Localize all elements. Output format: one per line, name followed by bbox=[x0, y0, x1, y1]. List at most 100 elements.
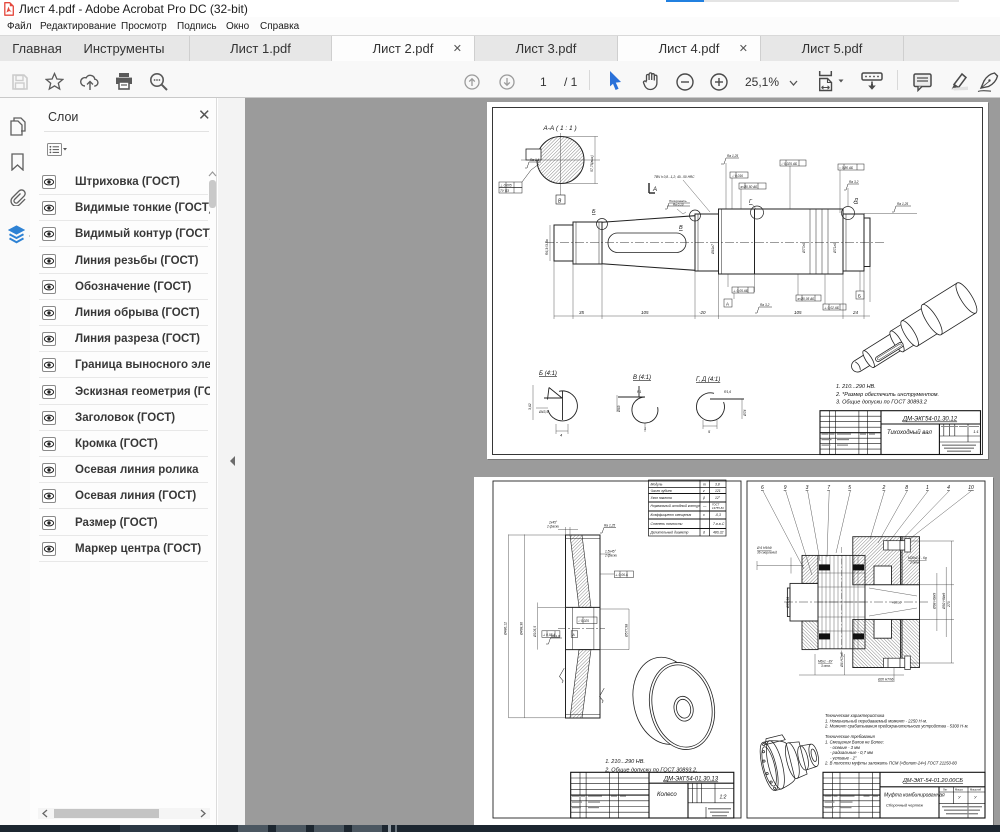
svg-text:⊥ 0,05 АБ: ⊥ 0,05 АБ bbox=[733, 289, 748, 293]
svg-text:В (4:1): В (4:1) bbox=[633, 375, 651, 381]
svg-text:- осевые - 3 мм: - осевые - 3 мм bbox=[830, 745, 860, 750]
svg-text:Тихоходный вал: Тихоходный вал bbox=[887, 429, 933, 436]
svg-text:А: А bbox=[726, 302, 729, 307]
svg-text:x: x bbox=[702, 513, 705, 517]
svg-text:8: 8 bbox=[905, 485, 908, 491]
svg-text:Ø498,36: Ø498,36 bbox=[520, 622, 524, 636]
svg-text:⌰ 0,025 АБ: ⌰ 0,025 АБ bbox=[781, 162, 797, 166]
svg-text:- угловые - 2°: - угловые - 2° bbox=[830, 755, 857, 760]
svg-text:4: 4 bbox=[560, 433, 563, 438]
svg-text:—: — bbox=[702, 504, 707, 508]
svg-text:Ra 1,6: Ra 1,6 bbox=[551, 634, 560, 638]
svg-text:35: 35 bbox=[579, 310, 585, 315]
svg-text:3 отв.: 3 отв. bbox=[821, 664, 831, 668]
svg-text:- радиальные - 0,7 мм: - радиальные - 0,7 мм bbox=[830, 750, 873, 755]
svg-text:Ø105,5: Ø105,5 bbox=[533, 626, 537, 638]
svg-text:Степень точности: Степень точности bbox=[651, 522, 683, 526]
svg-text:Ø577,98: Ø577,98 bbox=[624, 624, 628, 638]
svg-text:Модуль: Модуль bbox=[651, 483, 663, 487]
svg-text:ДМ-ЭКГ54-01.30.13: ДМ-ЭКГ54-01.30.13 bbox=[663, 777, 719, 783]
svg-text:2. В полости муфты заложить ПС: 2. В полости муфты заложить ПСМ («Волит-… bbox=[824, 761, 958, 766]
svg-text:+20,30: +20,30 bbox=[892, 601, 902, 605]
svg-text:13755-81: 13755-81 bbox=[712, 506, 724, 510]
svg-text:-0,3: -0,3 bbox=[715, 513, 721, 517]
svg-text:Ø486,12: Ø486,12 bbox=[504, 622, 508, 636]
svg-text:⊚ Ø0,50 АБ: ⊚ Ø0,50 АБ bbox=[740, 185, 757, 189]
svg-text:Делительный диаметр: Делительный диаметр bbox=[650, 531, 689, 535]
svg-text:105: 105 bbox=[641, 310, 649, 315]
svg-text:1. 210...290 НВ.: 1. 210...290 НВ. bbox=[605, 759, 645, 765]
svg-text:9: 9 bbox=[784, 485, 787, 491]
svg-text:М6х1 - 8У: М6х1 - 8У bbox=[818, 660, 833, 664]
svg-text:Ra 1,25: Ra 1,25 bbox=[897, 202, 908, 206]
svg-text:Технические требования: Технические требования bbox=[825, 734, 875, 739]
svg-text:ТВЧ h 0,8...1,2; 40...50 HRC: ТВЧ h 0,8...1,2; 40...50 HRC bbox=[654, 175, 695, 179]
svg-text:Ra 1,6: Ra 1,6 bbox=[530, 158, 540, 162]
svg-text:Ø75,98: Ø75,98 bbox=[786, 597, 790, 609]
svg-text:6: 6 bbox=[761, 485, 764, 491]
svg-text:3,62: 3,62 bbox=[528, 403, 532, 410]
svg-text:Колесо: Колесо bbox=[657, 792, 677, 798]
svg-text:⊚ Ø0,05 АБ: ⊚ Ø0,05 АБ bbox=[797, 297, 814, 301]
svg-text:10: 10 bbox=[968, 485, 974, 491]
svg-text:Ø77г6: Ø77г6 bbox=[802, 243, 806, 254]
svg-text:Ø74: Ø74 bbox=[743, 409, 747, 417]
svg-text:7-в-в-С: 7-в-в-С bbox=[713, 522, 725, 526]
svg-text:1:2: 1:2 bbox=[720, 795, 727, 801]
svg-text:2. Общие допуски по ГОСТ 30893: 2. Общие допуски по ГОСТ 30893.2. bbox=[604, 768, 697, 774]
svg-text:⌰ 0,025: ⌰ 0,025 bbox=[578, 619, 589, 623]
svg-text:m: m bbox=[703, 483, 706, 487]
svg-text:1. Смещения Валов не Более:: 1. Смещения Валов не Более: bbox=[825, 740, 884, 745]
svg-text:Б (4:1): Б (4:1) bbox=[539, 371, 557, 377]
svg-text:Число зубьев: Число зубьев bbox=[651, 489, 672, 493]
svg-text:2. Момент срабатывания предохр: 2. Момент срабатывания предохранительног… bbox=[824, 724, 969, 729]
svg-text:2 отв.: 2 отв. bbox=[909, 561, 920, 565]
svg-text:А: А bbox=[652, 187, 657, 193]
svg-text:2: 2 bbox=[882, 485, 886, 491]
svg-text:57,75(вых): 57,75(вых) bbox=[590, 155, 594, 172]
svg-text:Ø98 Н9/к9: Ø98 Н9/к9 bbox=[933, 593, 937, 610]
svg-text:R1,6: R1,6 bbox=[724, 390, 731, 394]
svg-text:2 фаски: 2 фаски bbox=[604, 554, 617, 558]
svg-text:Масса: Масса bbox=[955, 788, 963, 792]
svg-text:⊥ 0,06 А: ⊥ 0,06 А bbox=[615, 573, 628, 577]
svg-text:z: z bbox=[702, 489, 705, 493]
svg-text:4: 4 bbox=[947, 485, 950, 491]
svg-text:1: 1 bbox=[644, 426, 646, 431]
svg-text:7: 7 bbox=[827, 485, 830, 491]
svg-text:Лит: Лит bbox=[943, 788, 948, 792]
svg-text:480,32: 480,32 bbox=[713, 531, 723, 535]
svg-text:Ø61к7: Ø61к7 bbox=[711, 244, 715, 255]
svg-text:Ra 3,2: Ra 3,2 bbox=[760, 303, 770, 307]
svg-text:А: А bbox=[572, 633, 575, 637]
svg-text:270: 270 bbox=[947, 601, 951, 608]
svg-text:В: В bbox=[679, 225, 683, 231]
svg-text:5: 5 bbox=[848, 485, 851, 491]
svg-text:ТУ ПЗ: ТУ ПЗ bbox=[500, 189, 509, 193]
svg-text:○ 0,80 АБ: ○ 0,80 АБ bbox=[839, 166, 853, 170]
svg-text:Муфта комбинированная: Муфта комбинированная bbox=[884, 793, 945, 799]
svg-text:5: 5 bbox=[708, 429, 711, 434]
svg-text:Б: Б bbox=[592, 209, 596, 215]
svg-text:Г: Г bbox=[749, 199, 753, 205]
svg-text:Ø43,5: Ø43,5 bbox=[538, 410, 548, 414]
svg-text:Ø63: Ø63 bbox=[617, 405, 621, 413]
svg-text:d: d bbox=[703, 531, 705, 535]
svg-text:β: β bbox=[702, 496, 705, 500]
svg-text:⊥ 0,02 АБ: ⊥ 0,02 АБ bbox=[824, 306, 839, 310]
svg-text:У: У bbox=[974, 795, 977, 800]
svg-text:1:1: 1:1 bbox=[973, 429, 979, 434]
svg-text:3. Общие допуски по ГОСТ 30893: 3. Общие допуски по ГОСТ 30893.2 bbox=[836, 400, 927, 406]
svg-text:Д: Д bbox=[853, 198, 858, 204]
svg-text:Угол наклона: Угол наклона bbox=[651, 496, 672, 500]
svg-text:Техническая характеристика: Техническая характеристика bbox=[825, 713, 885, 718]
svg-text:Ø6 Н7/рб: Ø6 Н7/рб bbox=[840, 652, 844, 668]
svg-text:Ø 6 Н9/h9: Ø 6 Н9/h9 bbox=[756, 546, 772, 550]
svg-text:3: 3 bbox=[806, 485, 809, 491]
svg-text:12°: 12° bbox=[715, 496, 721, 500]
svg-text:Ra 1,25: Ra 1,25 bbox=[604, 524, 615, 528]
svg-text:⊥ 0,005: ⊥ 0,005 bbox=[500, 184, 512, 188]
svg-text:Ø20 Н7/h6: Ø20 Н7/h6 bbox=[877, 678, 894, 682]
svg-text:105: 105 bbox=[794, 310, 802, 315]
svg-text:Ra 0,10: Ra 0,10 bbox=[673, 203, 684, 207]
